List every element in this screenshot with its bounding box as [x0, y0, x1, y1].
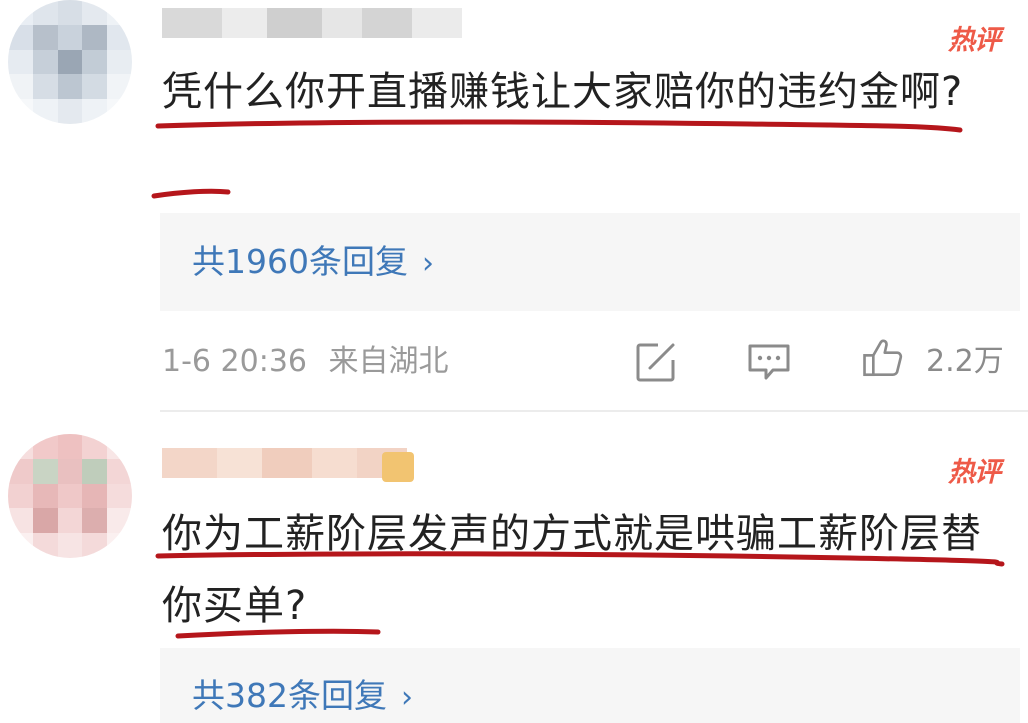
chevron-right-icon: › [401, 680, 413, 715]
comment-feed: 热评 凭什么你开直播赚钱让大家赔你的违约金啊? 共1960条回复 › 1-6 20… [0, 0, 1028, 723]
avatar[interactable] [8, 434, 132, 558]
username-blurred[interactable] [162, 448, 407, 478]
view-replies-button[interactable]: 共382条回复 › [160, 648, 1020, 723]
red-underline-annotation [155, 551, 1005, 639]
vip-badge [382, 452, 414, 482]
hot-comment-badge: 热评 [948, 457, 1001, 488]
replies-count-label: 共382条回复 [192, 676, 387, 715]
comment-card: 热评 你为工薪阶层发声的方式就是哄骗工薪阶层替你买单? 共382条回复 › [0, 0, 1028, 723]
